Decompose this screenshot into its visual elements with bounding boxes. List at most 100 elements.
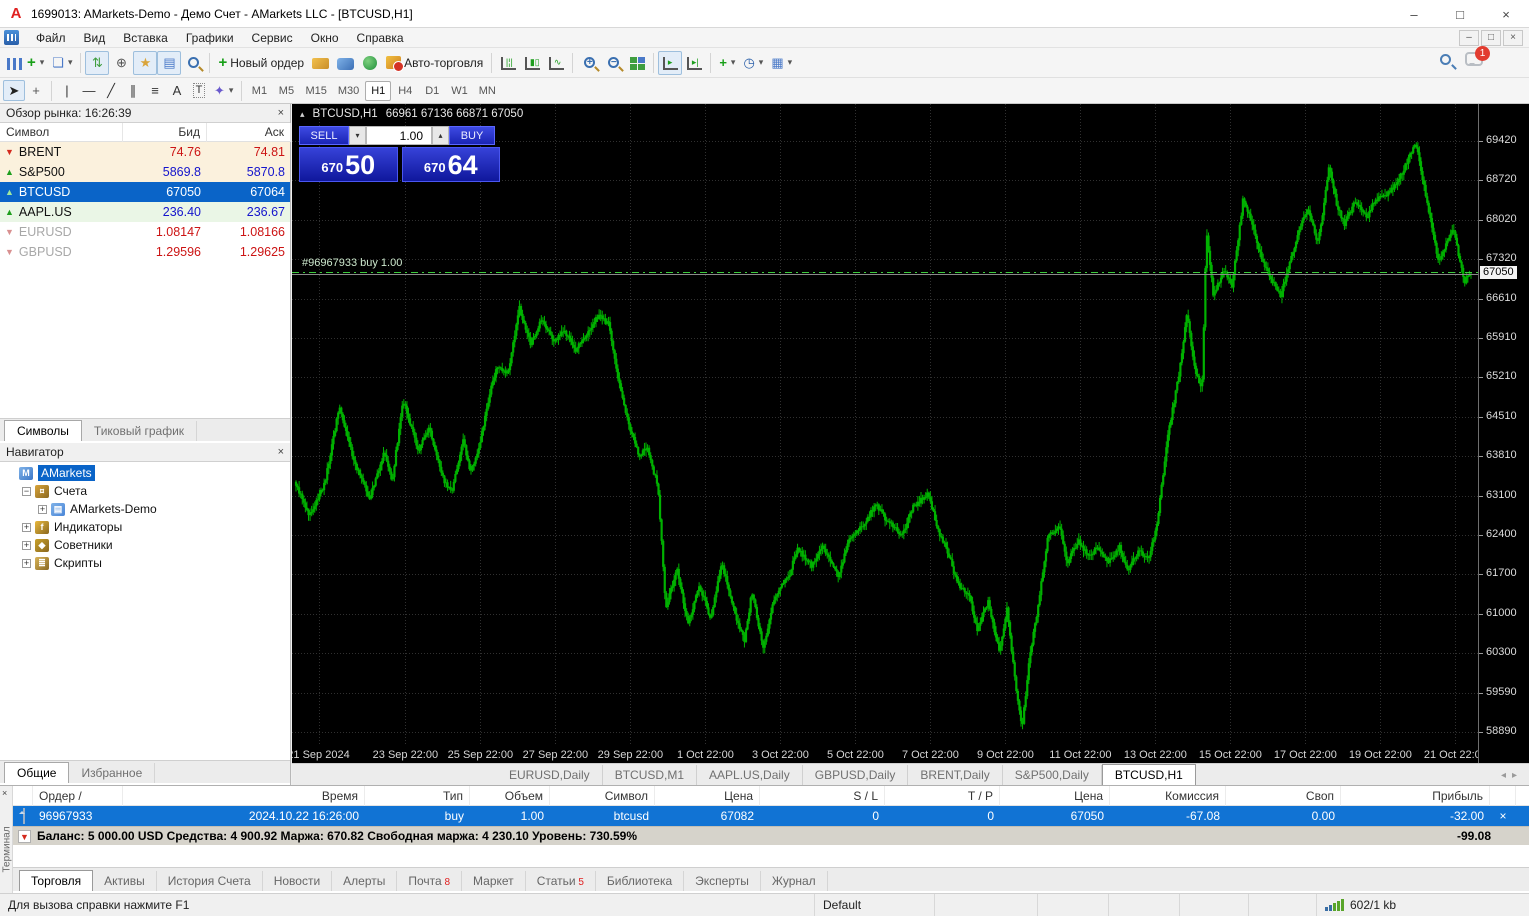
col-5[interactable]: Цена	[655, 786, 760, 806]
chart-pane[interactable]: ▴ BTCUSD,H1 66961 67136 66871 67050 SELL…	[292, 104, 1478, 763]
menu-сервис[interactable]: Сервис	[243, 29, 302, 47]
timeframe-d1[interactable]: D1	[419, 81, 445, 101]
data-window-button[interactable]: ⊕	[109, 51, 133, 75]
auto-scroll-button[interactable]: ▸	[658, 51, 682, 75]
line-chart-button[interactable]: ∿	[544, 51, 568, 75]
volume-decrease-button[interactable]: ▾	[349, 126, 366, 145]
terminal-tab-журнал[interactable]: Журнал	[761, 871, 828, 891]
chart-tab-aapl-us-daily[interactable]: AAPL.US,Daily	[697, 765, 803, 785]
col-7[interactable]: T / P	[885, 786, 1000, 806]
signals-button[interactable]	[358, 51, 382, 75]
chart-tab-btcusd-h1[interactable]: BTCUSD,H1	[1102, 764, 1196, 785]
periods-button[interactable]: ◷▾	[739, 51, 767, 75]
templates-button[interactable]: ▦▾	[767, 51, 796, 75]
timeframe-mn[interactable]: MN	[474, 81, 501, 101]
column-bid[interactable]: Бид	[123, 123, 207, 142]
search-icon[interactable]	[1440, 54, 1451, 65]
timeframe-m1[interactable]: M1	[246, 81, 272, 101]
new-chart-button[interactable]: +▾	[3, 51, 48, 75]
cursor-button[interactable]: ➤	[3, 80, 25, 101]
auto-trading-button[interactable]: Авто-торговля	[382, 51, 487, 75]
chart-tab-s-p500-daily[interactable]: S&P500,Daily	[1003, 765, 1102, 785]
strategy-tester-button[interactable]	[181, 51, 205, 75]
close-position-icon[interactable]: ×	[1490, 806, 1516, 826]
text-button[interactable]: A	[166, 80, 188, 101]
col-3[interactable]: Объем	[470, 786, 550, 806]
column-ask[interactable]: Аск	[207, 123, 291, 142]
timeframe-m30[interactable]: M30	[333, 81, 364, 101]
col-2[interactable]: Тип	[365, 786, 470, 806]
new-order-button[interactable]: +Новый ордер	[214, 51, 308, 75]
collapse-icon[interactable]: −	[22, 487, 31, 496]
timeframe-w1[interactable]: W1	[446, 81, 473, 101]
indicators-button[interactable]: +▾	[715, 51, 739, 75]
col-8[interactable]: Цена	[1000, 786, 1110, 806]
child-minimize-button[interactable]: –	[1459, 30, 1479, 46]
fibonacci-button[interactable]: ≡	[144, 80, 166, 101]
volume-input[interactable]: 1.00	[366, 126, 432, 145]
volume-increase-button[interactable]: ▴	[432, 126, 449, 145]
sell-button[interactable]: SELL	[299, 126, 349, 145]
order-row[interactable]: 969679332024.10.22 16:26:00buy1.00btcusd…	[13, 806, 1529, 826]
trendline-button[interactable]: ╱	[100, 80, 122, 101]
vertical-line-button[interactable]: |	[56, 80, 78, 101]
terminal-tab-маркет[interactable]: Маркет	[462, 871, 526, 891]
market-watch-toggle[interactable]: ⇅	[85, 51, 109, 75]
zoom-out-button[interactable]: −	[601, 51, 625, 75]
timeframe-m15[interactable]: M15	[300, 81, 331, 101]
terminal-tab-почта[interactable]: Почта 8	[397, 871, 462, 891]
col-9[interactable]: Комиссия	[1110, 786, 1226, 806]
terminal-tab-библиотека[interactable]: Библиотека	[596, 871, 684, 891]
market-watch-close-icon[interactable]: ×	[278, 107, 284, 119]
market-watch-row-s&p500[interactable]: ▲S&P5005869.85870.8	[0, 162, 290, 182]
chart-tab-gbpusd-daily[interactable]: GBPUSD,Daily	[803, 765, 909, 785]
open-position-label[interactable]: #96967933 buy 1.00	[302, 257, 402, 269]
mql5-community-button[interactable]	[333, 51, 358, 75]
child-close-button[interactable]: ×	[1503, 30, 1523, 46]
window-minimize-button[interactable]: –	[1391, 0, 1437, 28]
expand-icon[interactable]: +	[22, 541, 31, 550]
menu-вид[interactable]: Вид	[75, 29, 115, 47]
market-depth-button[interactable]	[308, 51, 333, 75]
navigator-item-amarkets[interactable]: MAMarkets	[0, 464, 290, 482]
navigator-item-индикаторы[interactable]: +fИндикаторы	[0, 518, 290, 536]
col-10[interactable]: Своп	[1226, 786, 1341, 806]
horizontal-line-button[interactable]: —	[78, 80, 100, 101]
chart-tab-eurusd-daily[interactable]: EURUSD,Daily	[497, 765, 603, 785]
bar-chart-button[interactable]: |¦|	[496, 51, 520, 75]
menu-вставка[interactable]: Вставка	[114, 29, 177, 47]
terminal-tab-активы[interactable]: Активы	[93, 871, 157, 891]
market-watch-row-brent[interactable]: ▼BRENT74.7674.81	[0, 142, 290, 162]
terminal-close-icon[interactable]: ×	[2, 788, 7, 798]
collapse-trade-panel-icon[interactable]: ▴	[300, 109, 305, 120]
menu-окно[interactable]: Окно	[302, 29, 348, 47]
child-restore-button[interactable]: □	[1481, 30, 1501, 46]
terminal-tab-эксперты[interactable]: Эксперты	[684, 871, 761, 891]
menu-справка[interactable]: Справка	[348, 29, 413, 47]
tab-символы[interactable]: Символы	[4, 420, 82, 441]
terminal-tab-торговля[interactable]: Торговля	[19, 870, 93, 891]
terminal-toggle[interactable]: ▤	[157, 51, 181, 75]
tile-windows-button[interactable]	[625, 51, 649, 75]
col-order[interactable]: Ордер /	[33, 786, 123, 806]
chart-shift-button[interactable]: ▸|	[682, 51, 706, 75]
tab-избранное[interactable]: Избранное	[69, 763, 155, 783]
market-watch-row-btcusd[interactable]: ▲BTCUSD6705067064	[0, 182, 290, 202]
window-close-button[interactable]: ×	[1483, 0, 1529, 28]
col-1[interactable]: Время	[123, 786, 365, 806]
col-6[interactable]: S / L	[760, 786, 885, 806]
channel-button[interactable]: ∥	[122, 80, 144, 101]
navigator-item-amarkets-demo[interactable]: +▤AMarkets-Demo	[0, 500, 290, 518]
chart-tab-btcusd-m1[interactable]: BTCUSD,M1	[603, 765, 697, 785]
expand-icon[interactable]: +	[22, 523, 31, 532]
timeframe-h4[interactable]: H4	[392, 81, 418, 101]
tab-scroll-arrows[interactable]: ◂▸	[1501, 770, 1523, 781]
price-scale[interactable]: 6942068720680206732066610659106521064510…	[1478, 104, 1529, 763]
price-chart[interactable]	[292, 104, 1478, 763]
tab-тиковый-график[interactable]: Тиковый график	[82, 421, 197, 441]
column-symbol[interactable]: Символ	[0, 123, 123, 142]
tab-общие[interactable]: Общие	[4, 762, 69, 783]
menu-файл[interactable]: Файл	[27, 29, 75, 47]
sell-price-button[interactable]: 670 50	[299, 147, 398, 182]
navigator-item-советники[interactable]: +◆Советники	[0, 536, 290, 554]
